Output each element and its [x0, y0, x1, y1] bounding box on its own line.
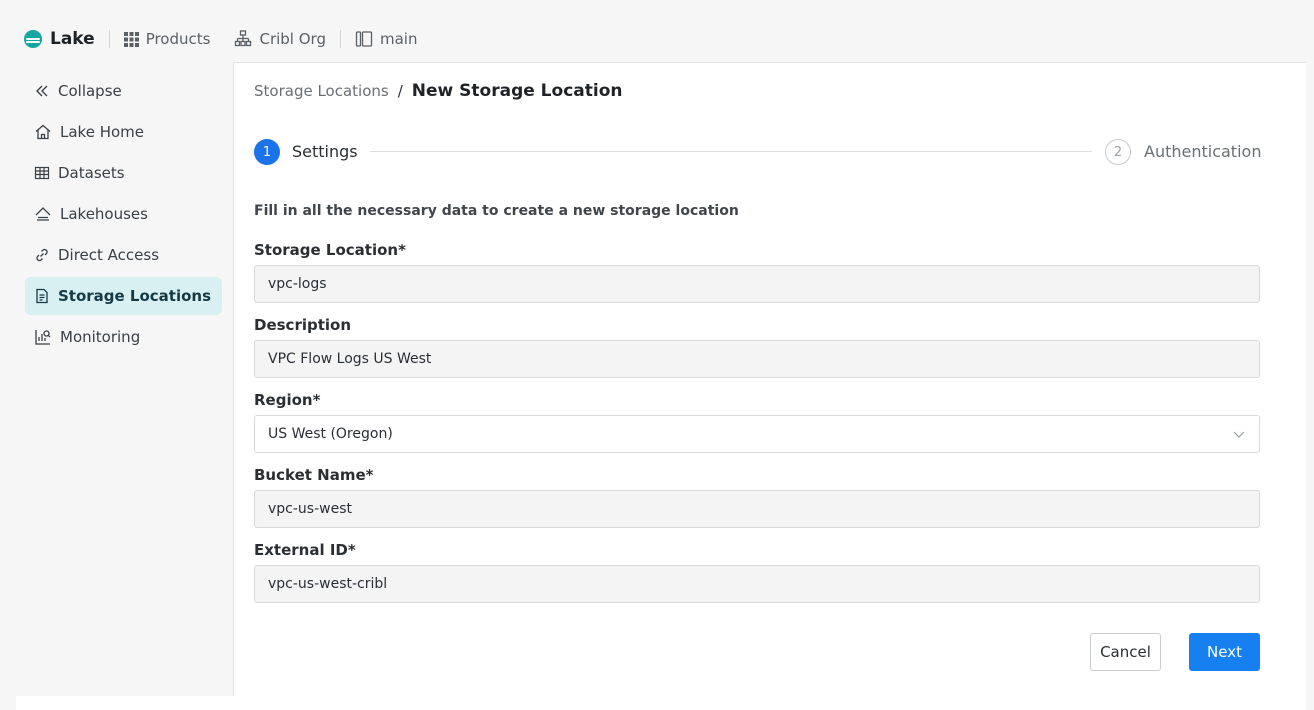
region-selected-value: US West (Oregon): [268, 426, 393, 442]
app-brand[interactable]: Lake: [24, 29, 95, 49]
sidebar-item-datasets[interactable]: Datasets: [25, 154, 222, 192]
step-2-label: Authentication: [1144, 142, 1262, 161]
step-1-indicator: 1: [254, 139, 280, 165]
app-name: Lake: [50, 29, 95, 49]
monitoring-icon: [35, 330, 51, 345]
external-id-input[interactable]: [254, 565, 1260, 603]
sidebar-item-label: Lake Home: [60, 123, 144, 141]
description-input[interactable]: [254, 340, 1260, 378]
chevron-down-icon: [1233, 431, 1245, 438]
sidebar-item-lake-home[interactable]: Lake Home: [25, 113, 222, 151]
page-title: New Storage Location: [411, 81, 623, 101]
divider: [339, 30, 341, 48]
org-hierarchy-icon: [235, 30, 252, 47]
link-icon: [36, 248, 48, 262]
bucket-name-input[interactable]: [254, 490, 1260, 528]
sidebar-item-label: Direct Access: [58, 246, 160, 264]
region-label: Region*: [254, 391, 321, 409]
sidebar: Collapse Lake Home Datasets Lakehouses D…: [16, 62, 233, 696]
lakehouse-icon: [35, 207, 51, 221]
org-label: Cribl Org: [259, 30, 326, 48]
divider: [108, 30, 110, 48]
description-label: Description: [254, 316, 352, 334]
external-id-label: External ID*: [254, 541, 356, 559]
storage-location-input[interactable]: [254, 265, 1260, 303]
sidebar-item-monitoring[interactable]: Monitoring: [25, 318, 222, 356]
sidebar-item-label: Storage Locations: [58, 287, 212, 305]
document-icon: [36, 288, 48, 304]
sidebar-item-collapse[interactable]: Collapse: [25, 72, 222, 110]
stepper: 1 Settings 2 Authentication: [254, 139, 1262, 165]
step-1-label: Settings: [292, 142, 358, 161]
grid-icon: [123, 31, 139, 47]
sidebar-item-label: Monitoring: [60, 328, 141, 346]
breadcrumb-separator: /: [397, 82, 403, 100]
region-select[interactable]: US West (Oregon): [254, 415, 1260, 453]
top-bar: Lake Products Cribl Org main: [16, 16, 1306, 62]
workspace-icon: [355, 31, 373, 47]
workspace-selector[interactable]: main: [355, 30, 417, 48]
sidebar-item-direct-access[interactable]: Direct Access: [25, 236, 222, 274]
breadcrumb-parent-link[interactable]: Storage Locations: [254, 82, 389, 100]
next-button[interactable]: Next: [1189, 633, 1260, 671]
sidebar-item-lakehouses[interactable]: Lakehouses: [25, 195, 222, 233]
workspace-label: main: [379, 30, 418, 48]
bucket-name-label: Bucket Name*: [254, 466, 374, 484]
form-instructions: Fill in all the necessary data to create…: [254, 203, 739, 219]
step-2-indicator: 2: [1105, 139, 1131, 165]
products-label: Products: [145, 30, 211, 48]
main-panel: Storage Locations / New Storage Location…: [233, 62, 1306, 696]
sidebar-item-storage-locations[interactable]: Storage Locations: [25, 277, 222, 315]
storage-location-label: Storage Location*: [254, 241, 406, 259]
bottom-strip: [16, 696, 1306, 710]
cancel-button[interactable]: Cancel: [1090, 633, 1161, 671]
org-selector[interactable]: Cribl Org: [234, 30, 326, 48]
table-icon: [34, 166, 50, 180]
sidebar-item-label: Collapse: [58, 82, 122, 100]
stepper-connector: [370, 151, 1092, 152]
breadcrumb: Storage Locations / New Storage Location: [254, 81, 622, 101]
double-chevron-left-icon: [36, 85, 48, 97]
sidebar-item-label: Datasets: [58, 164, 125, 182]
products-menu[interactable]: Products: [123, 30, 211, 48]
home-icon: [35, 124, 51, 140]
sidebar-item-label: Lakehouses: [60, 205, 148, 223]
lake-logo-icon: [24, 30, 42, 48]
